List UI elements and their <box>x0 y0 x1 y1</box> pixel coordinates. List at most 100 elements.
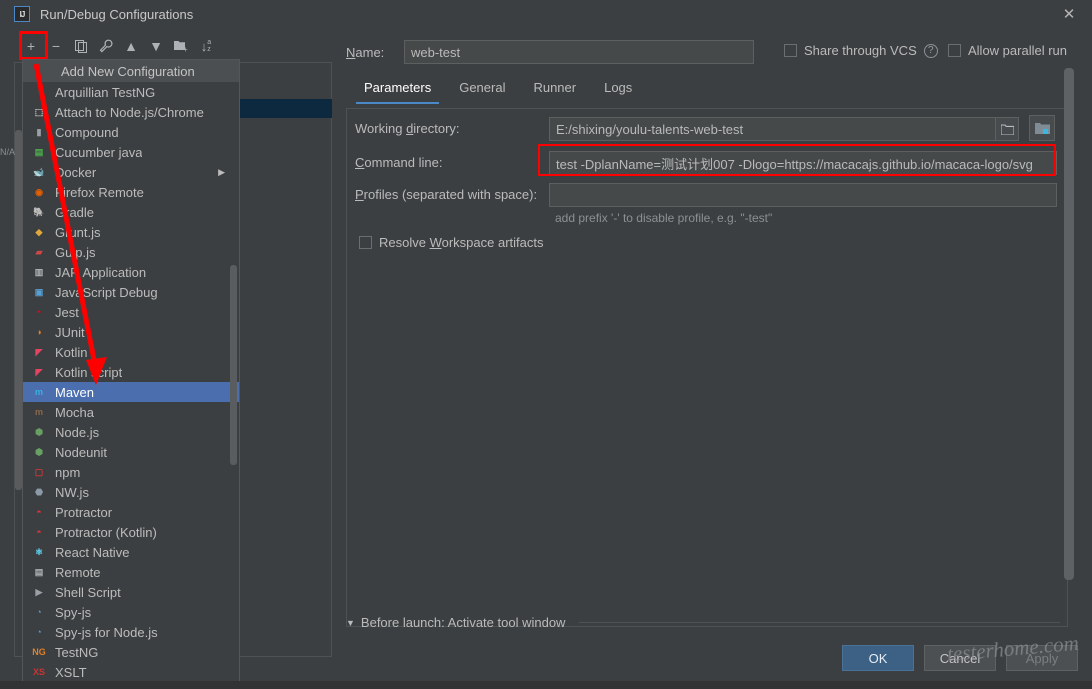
menu-item-label: Shell Script <box>55 584 121 600</box>
menu-item-label: JAR Application <box>55 264 147 280</box>
menu-item-label: Protractor <box>55 504 113 520</box>
folder-icon[interactable] <box>995 117 1019 141</box>
title-bar: IJ Run/Debug Configurations ✕ <box>0 0 1092 28</box>
add-new-configuration-popup[interactable]: Add New Configuration ◔ Arquillian TestNG… <box>22 59 240 689</box>
command-line-row: Command line: <box>355 155 442 170</box>
jar-icon: ▥ <box>34 266 44 277</box>
menu-item-label: Jest <box>55 304 79 320</box>
resolve-workspace-row[interactable]: Resolve Workspace artifacts <box>359 235 544 250</box>
working-directory-label: Working directory: <box>355 121 460 136</box>
docker-icon: 🐋 <box>33 166 45 177</box>
menu-item-label: Spy-js for Node.js <box>55 624 158 640</box>
share-vcs-checkbox[interactable] <box>784 44 797 57</box>
ok-button[interactable]: OK <box>842 645 914 671</box>
resolve-workspace-checkbox[interactable] <box>359 236 372 249</box>
menu-item-gulp-js[interactable]: ▰ Gulp.js <box>23 242 239 262</box>
share-vcs-row[interactable]: Share through VCS ? <box>784 43 938 58</box>
menu-item-gradle[interactable]: 🐘 Gradle <box>23 202 239 222</box>
menu-item-maven[interactable]: m Maven <box>23 382 239 402</box>
before-launch-section[interactable]: ▼ Before launch: Activate tool window <box>346 615 1060 630</box>
menu-item-attach-to-node-js-chrome[interactable]: ⬚ Attach to Node.js/Chrome <box>23 102 239 122</box>
menu-item-grunt-js[interactable]: ◆ Grunt.js <box>23 222 239 242</box>
menu-item-label: Compound <box>55 124 119 140</box>
right-panel-scrollbar[interactable] <box>1064 68 1074 580</box>
tree-scrollbar[interactable] <box>15 130 22 490</box>
configuration-editor-panel: Name: web-test Share through VCS ? Allow… <box>340 30 1080 660</box>
menu-item-protractor-kotlin[interactable]: ◓ Protractor (Kotlin) <box>23 522 239 542</box>
menu-item-react-native[interactable]: ⚛ React Native <box>23 542 239 562</box>
menu-item-label: Attach to Node.js/Chrome <box>55 104 204 120</box>
tab-logs[interactable]: Logs <box>590 74 646 104</box>
menu-item-arquillian-testng[interactable]: ◔ Arquillian TestNG <box>23 82 239 102</box>
menu-item-kotlin[interactable]: ◤ Kotlin <box>23 342 239 362</box>
popup-scrollbar[interactable] <box>230 265 237 465</box>
tab-runner[interactable]: Runner <box>519 74 590 104</box>
menu-item-kotlin-script[interactable]: ◤ Kotlin script <box>23 362 239 382</box>
close-icon[interactable]: ✕ <box>1046 0 1092 28</box>
menu-item-jar-application[interactable]: ▥ JAR Application <box>23 262 239 282</box>
nodejs-attach-icon: ⬚ <box>34 106 44 117</box>
menu-item-docker[interactable]: 🐋 Docker ▶ <box>23 162 239 182</box>
module-folder-icon[interactable] <box>1029 115 1055 141</box>
menu-item-node-js[interactable]: ⬢ Node.js <box>23 422 239 442</box>
tab-general[interactable]: General <box>445 74 519 104</box>
name-input[interactable]: web-test <box>404 40 754 64</box>
menu-item-spy-js-for-node-js[interactable]: ◔ Spy-js for Node.js <box>23 622 239 642</box>
editor-tabs[interactable]: Parameters General Runner Logs <box>350 74 646 104</box>
kotlin-script-icon: ◤ <box>35 366 43 377</box>
tab-parameters[interactable]: Parameters <box>350 74 445 104</box>
mocha-icon: m <box>34 406 43 417</box>
edit-templates-button[interactable] <box>95 35 117 57</box>
menu-item-npm[interactable]: ▢ npm <box>23 462 239 482</box>
menu-item-nodeunit[interactable]: ⬢ Nodeunit <box>23 442 239 462</box>
menu-item-nw-js[interactable]: ⬣ NW.js <box>23 482 239 502</box>
menu-item-remote[interactable]: ▤ Remote <box>23 562 239 582</box>
menu-item-compound[interactable]: ▮ Compound <box>23 122 239 142</box>
menu-item-label: Kotlin <box>55 344 88 360</box>
menu-item-label: Grunt.js <box>55 224 101 240</box>
share-vcs-label: Share through VCS <box>804 43 917 58</box>
copy-configuration-button[interactable] <box>70 35 92 57</box>
menu-item-cucumber-java[interactable]: ▤ Cucumber java <box>23 142 239 162</box>
menu-item-shell-script[interactable]: ▶ Shell Script <box>23 582 239 602</box>
help-icon[interactable]: ? <box>923 43 938 58</box>
menu-item-protractor[interactable]: ◓ Protractor <box>23 502 239 522</box>
menu-item-xslt[interactable]: XS XSLT <box>23 662 239 682</box>
remove-configuration-button[interactable]: − <box>45 35 67 57</box>
working-directory-input[interactable]: E:/shixing/youlu-talents-web-test <box>549 117 997 141</box>
menu-item-spy-js[interactable]: ◔ Spy-js <box>23 602 239 622</box>
allow-parallel-checkbox[interactable] <box>948 44 961 57</box>
menu-item-label: Mocha <box>55 404 95 420</box>
allow-parallel-row[interactable]: Allow parallel run <box>948 43 1067 58</box>
allow-parallel-label: Allow parallel run <box>968 43 1067 58</box>
cancel-button[interactable]: Cancel <box>924 645 996 671</box>
command-line-input[interactable]: test -DplanName=测试计划007 -Dlogo=https://m… <box>549 151 1057 175</box>
menu-item-jest[interactable]: ◓ Jest <box>23 302 239 322</box>
profiles-row: Profiles (separated with space): <box>355 187 537 202</box>
menu-item-testng[interactable]: NG TestNG <box>23 642 239 662</box>
menu-item-javascript-debug[interactable]: ▣ JavaScript Debug <box>23 282 239 302</box>
apply-button[interactable]: Apply <box>1006 645 1078 671</box>
profiles-input[interactable] <box>549 183 1057 207</box>
resolve-workspace-label: Resolve Workspace artifacts <box>379 235 544 250</box>
move-down-button[interactable]: ▼ <box>145 35 167 57</box>
menu-item-label: Docker <box>55 164 97 180</box>
spyjs-icon: ◔ <box>36 606 42 617</box>
sort-configurations-button[interactable]: ↓ a z <box>195 35 217 57</box>
spyjs-node-icon: ◔ <box>36 626 42 637</box>
move-up-button[interactable]: ▲ <box>120 35 142 57</box>
firefox-icon: ◉ <box>35 186 43 197</box>
menu-item-firefox-remote[interactable]: ◉ Firefox Remote <box>23 182 239 202</box>
chevron-right-icon[interactable]: ▶ <box>218 167 225 178</box>
xslt-icon: XS <box>32 666 45 677</box>
configuration-type-list[interactable]: ◔ Arquillian TestNG ⬚ Attach to Node.js/Chr… <box>23 82 239 682</box>
profiles-label: Profiles (separated with space): <box>355 187 538 202</box>
chevron-down-icon[interactable]: ▼ <box>346 618 355 628</box>
menu-item-mocha[interactable]: m Mocha <box>23 402 239 422</box>
add-configuration-button[interactable]: + <box>20 35 42 57</box>
grunt-icon: ◆ <box>35 226 43 237</box>
menu-item-label: Nodeunit <box>55 444 108 460</box>
menu-item-junit[interactable]: ◑ JUnit <box>23 322 239 342</box>
move-into-folder-button[interactable]: + <box>170 35 192 57</box>
tree-selected-row[interactable] <box>240 99 332 118</box>
